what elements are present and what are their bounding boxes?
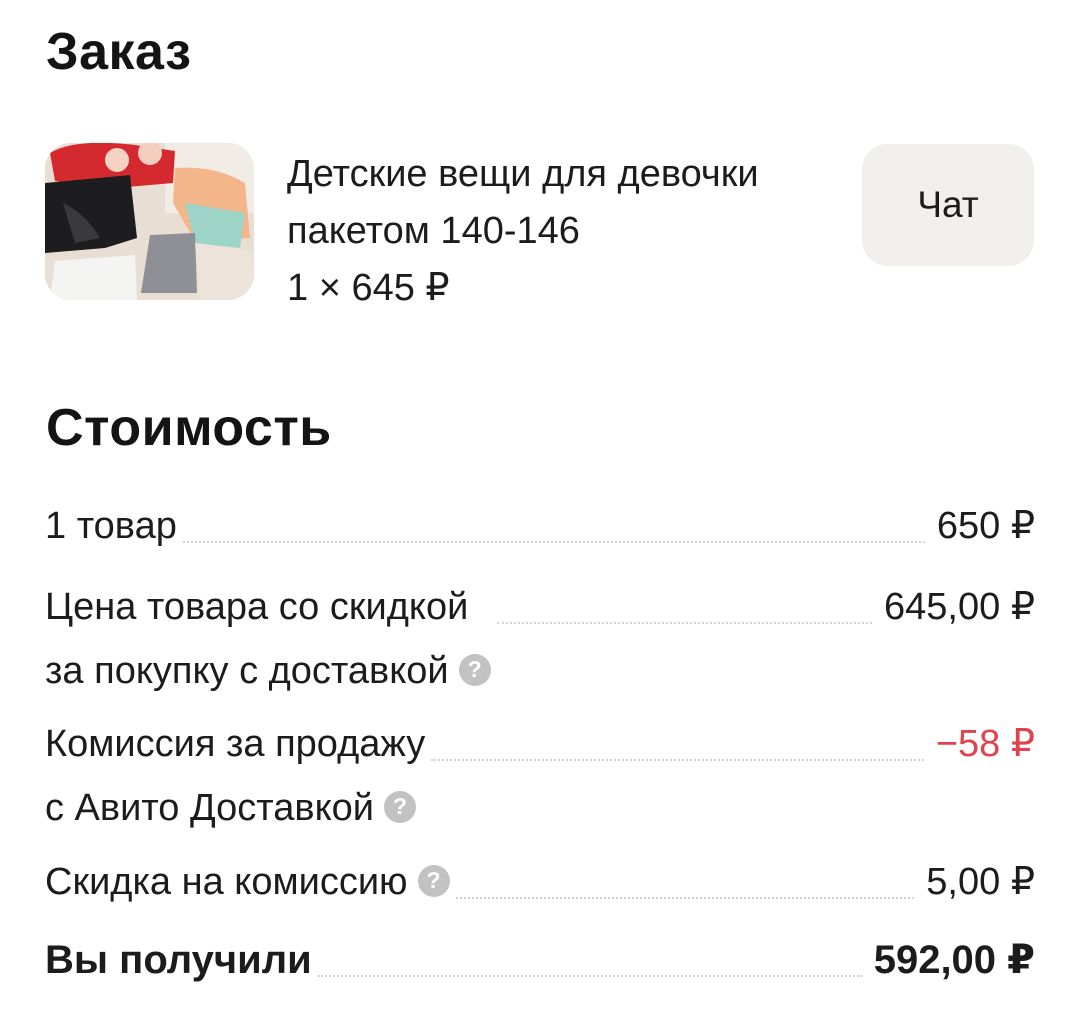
question-circle-icon[interactable]: ?: [458, 653, 491, 686]
product-info: Детские вещи для девочки пакетом 140-146…: [287, 146, 847, 317]
cost-row-items: 1 товар 650 ₽: [45, 494, 1035, 558]
order-section-title: Заказ: [46, 23, 192, 81]
chat-button[interactable]: Чат: [862, 144, 1034, 266]
cost-row-label: Цена товара со скидкой за покупку с дост…: [45, 575, 491, 703]
cost-row-label-line-2: с Авито Доставкой?: [45, 776, 425, 840]
product-name-line-2[interactable]: пакетом 140-146: [287, 203, 847, 260]
dotted-leader: [182, 494, 925, 543]
dotted-leader: [455, 850, 915, 899]
cost-section-title: Стоимость: [46, 399, 332, 457]
question-circle-icon[interactable]: ?: [384, 790, 416, 823]
cost-row-total: Вы получили 592,00 ₽: [45, 928, 1035, 992]
cost-row-commission: Комиссия за продажу с Авито Доставкой? −…: [45, 712, 1035, 840]
cost-row-label-text: с Авито Доставкой: [45, 787, 374, 829]
cost-row-label-text: Скидка на комиссию: [45, 861, 408, 903]
cost-row-value: 5,00 ₽: [926, 861, 1035, 903]
cost-row-value: −58 ₽: [935, 723, 1035, 765]
cost-row-label-line-2: за покупку с доставкой?: [45, 639, 491, 703]
total-value: 592,00 ₽: [873, 938, 1035, 982]
cost-row-label: Комиссия за продажу с Авито Доставкой?: [45, 712, 425, 840]
product-thumbnail[interactable]: [45, 143, 254, 300]
dotted-leader: [317, 928, 862, 977]
product-name-line-1[interactable]: Детские вещи для девочки: [287, 146, 847, 203]
cost-row-label-line-1: Цена товара со скидкой: [45, 586, 469, 628]
product-quantity-price: 1 × 645 ₽: [287, 267, 450, 309]
cost-row-discounted-price: Цена товара со скидкой за покупку с дост…: [45, 575, 1035, 703]
cost-row-value: 645,00 ₽: [884, 586, 1035, 628]
cost-row-label: 1 товар: [45, 505, 177, 547]
product-photo: [45, 143, 254, 300]
dotted-leader: [496, 575, 873, 624]
cost-row-commission-discount: Скидка на комиссию? 5,00 ₽: [45, 850, 1035, 914]
total-label: Вы получили: [45, 938, 312, 982]
cost-row-value: 650 ₽: [936, 505, 1035, 547]
cost-row-label-text: за покупку с доставкой: [45, 650, 449, 692]
cost-row-label: Скидка на комиссию?: [45, 850, 450, 914]
dotted-leader: [431, 712, 924, 761]
cost-row-label-line-1: Комиссия за продажу: [45, 723, 426, 765]
question-circle-icon[interactable]: ?: [417, 864, 450, 897]
